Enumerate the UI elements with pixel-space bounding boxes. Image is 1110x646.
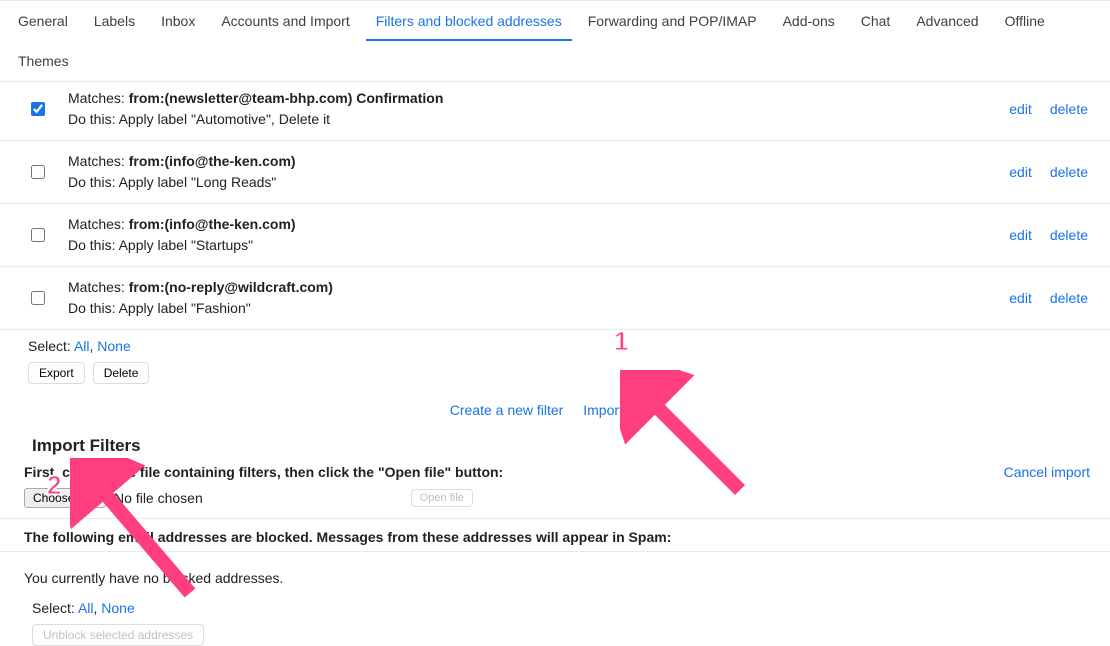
tab-offline[interactable]: Offline xyxy=(995,1,1055,41)
tab-addons[interactable]: Add-ons xyxy=(773,1,845,41)
select-all-link[interactable]: All xyxy=(74,338,90,354)
no-file-label: No file chosen xyxy=(114,490,203,506)
import-filters-heading: Import Filters xyxy=(0,432,1110,464)
edit-link[interactable]: edit xyxy=(1009,290,1032,306)
create-filter-link[interactable]: Create a new filter xyxy=(450,402,564,418)
filter-checkbox[interactable] xyxy=(31,165,45,179)
tab-advanced[interactable]: Advanced xyxy=(906,1,988,41)
bulk-buttons: Export Delete xyxy=(0,358,1110,396)
filter-action: Do this: Apply label "Long Reads" xyxy=(68,172,1009,193)
annotation-number-2: 2 xyxy=(47,470,61,501)
tab-filters[interactable]: Filters and blocked addresses xyxy=(366,1,572,41)
filter-row: Matches: from:(newsletter@team-bhp.com) … xyxy=(0,82,1110,141)
open-file-button[interactable]: Open file xyxy=(411,489,473,507)
tab-labels[interactable]: Labels xyxy=(84,1,145,41)
matches-label: Matches: xyxy=(68,216,125,232)
filter-row: Matches: from:(info@the-ken.com) Do this… xyxy=(0,141,1110,204)
select-label: Select: xyxy=(28,338,71,354)
file-chooser-row: Choose File No file chosen Open file xyxy=(0,486,1110,519)
settings-tabs: General Labels Inbox Accounts and Import… xyxy=(0,0,1110,82)
choose-file-button[interactable]: Choose File xyxy=(24,488,106,508)
tab-accounts[interactable]: Accounts and Import xyxy=(211,1,359,41)
matches-label: Matches: xyxy=(68,90,125,106)
select-bar: Select: All, None xyxy=(0,330,1110,358)
import-filters-link[interactable]: Import filters xyxy=(583,402,660,418)
select-all-link[interactable]: All xyxy=(78,600,94,616)
delete-button[interactable]: Delete xyxy=(93,362,150,384)
filter-checkbox[interactable] xyxy=(31,291,45,305)
matches-label: Matches: xyxy=(68,279,125,295)
tab-forwarding[interactable]: Forwarding and POP/IMAP xyxy=(578,1,767,41)
tab-general[interactable]: General xyxy=(8,1,78,41)
edit-link[interactable]: edit xyxy=(1009,227,1032,243)
filter-checkbox[interactable] xyxy=(31,102,45,116)
delete-link[interactable]: delete xyxy=(1050,227,1088,243)
unblock-button[interactable]: Unblock selected addresses xyxy=(32,624,204,646)
filter-row: Matches: from:(no-reply@wildcraft.com) D… xyxy=(0,267,1110,330)
filter-checkbox[interactable] xyxy=(31,228,45,242)
tab-inbox[interactable]: Inbox xyxy=(151,1,205,41)
export-button[interactable]: Export xyxy=(28,362,85,384)
select-none-link[interactable]: None xyxy=(97,338,130,354)
edit-link[interactable]: edit xyxy=(1009,164,1032,180)
filter-criteria: from:(no-reply@wildcraft.com) xyxy=(129,279,333,295)
blocked-select-bar: Select: All, None xyxy=(0,600,1110,620)
cancel-import-link[interactable]: Cancel import xyxy=(1004,464,1090,480)
filter-action: Do this: Apply label "Startups" xyxy=(68,235,1009,256)
delete-link[interactable]: delete xyxy=(1050,164,1088,180)
filter-criteria: from:(info@the-ken.com) xyxy=(129,153,296,169)
matches-label: Matches: xyxy=(68,153,125,169)
tab-chat[interactable]: Chat xyxy=(851,1,901,41)
filter-center-links: Create a new filter Import filters xyxy=(0,396,1110,432)
filter-criteria: from:(info@the-ken.com) xyxy=(129,216,296,232)
import-instructions: First, choose the file containing filter… xyxy=(24,464,503,480)
tab-themes[interactable]: Themes xyxy=(8,41,79,81)
blocked-empty-message: You currently have no blocked addresses. xyxy=(0,552,1110,600)
filter-action: Do this: Apply label "Automotive", Delet… xyxy=(68,109,1009,130)
select-label: Select: xyxy=(32,600,75,616)
blocked-header: The following email addresses are blocke… xyxy=(0,519,1110,552)
filter-action: Do this: Apply label "Fashion" xyxy=(68,298,1009,319)
filters-content: Matches: from:(newsletter@team-bhp.com) … xyxy=(0,82,1110,646)
filter-row: Matches: from:(info@the-ken.com) Do this… xyxy=(0,204,1110,267)
edit-link[interactable]: edit xyxy=(1009,101,1032,117)
delete-link[interactable]: delete xyxy=(1050,101,1088,117)
select-none-link[interactable]: None xyxy=(101,600,134,616)
filter-criteria: from:(newsletter@team-bhp.com) Confirmat… xyxy=(129,90,444,106)
annotation-number-1: 1 xyxy=(614,326,628,357)
delete-link[interactable]: delete xyxy=(1050,290,1088,306)
